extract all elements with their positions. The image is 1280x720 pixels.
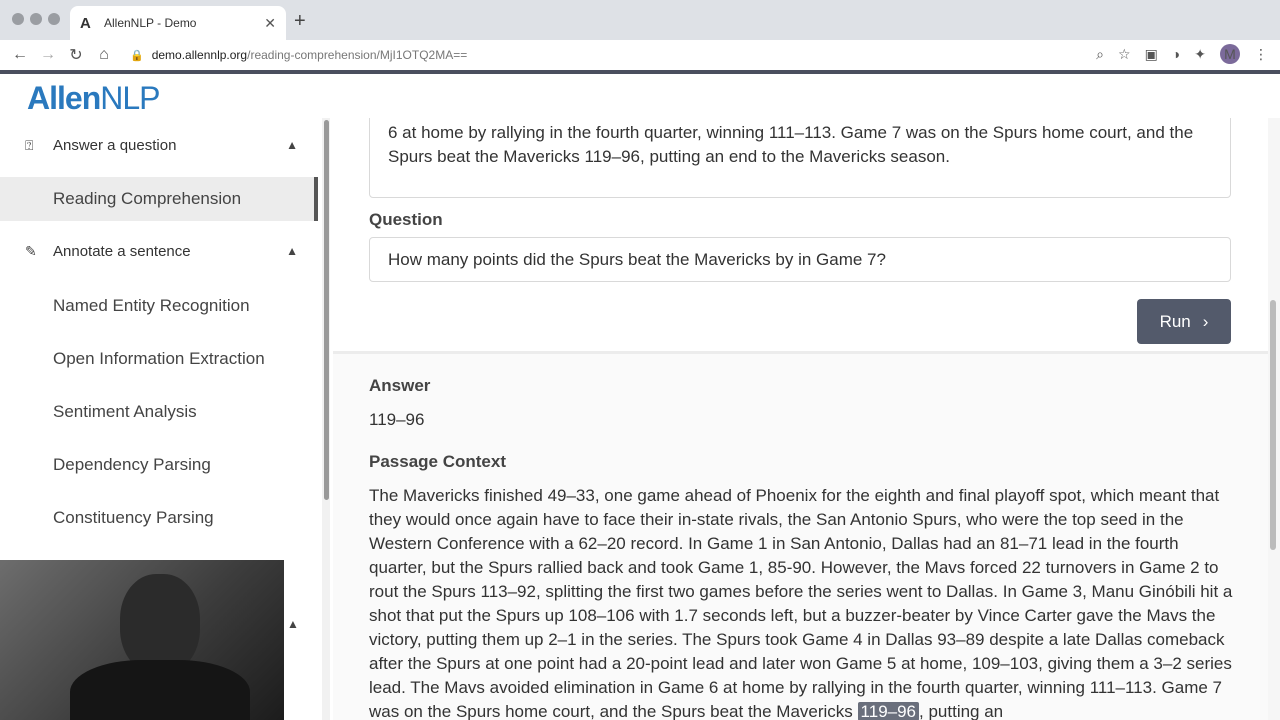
reload-icon[interactable]: ↻: [62, 45, 90, 65]
new-tab-icon[interactable]: +: [294, 10, 306, 33]
allennlp-logo[interactable]: AllenNLP: [27, 80, 160, 117]
answer-value: 119–96: [369, 410, 425, 429]
pencil-icon: ✎: [25, 242, 37, 259]
question-box-icon: ⍰: [25, 136, 34, 153]
chevron-up-icon: ▲: [286, 244, 298, 258]
context-text-after: , putting an: [919, 702, 1004, 720]
page-top-band: [0, 70, 1280, 74]
sidebar-item-sentiment[interactable]: Sentiment Analysis: [0, 390, 318, 434]
sidebar-item-constituency[interactable]: Constituency Parsing: [0, 496, 318, 540]
window-maximize-button[interactable]: [48, 13, 60, 25]
passage-context-text: The Mavericks finished 49–33, one game a…: [369, 484, 1235, 720]
allennlp-favicon-icon: A: [80, 14, 91, 32]
chevron-right-icon: ›: [1202, 311, 1209, 331]
passage-context-label: Passage Context: [369, 452, 506, 471]
browser-nav-bar: ← → ↻ ⌂ 🔒 demo.allennlp.org/reading-comp…: [0, 40, 1280, 70]
webcam-overlay: [0, 560, 284, 720]
bookmark-star-icon[interactable]: ☆: [1118, 46, 1131, 63]
forward-icon[interactable]: →: [34, 46, 62, 64]
question-input[interactable]: How many points did the Spurs beat the M…: [369, 237, 1231, 282]
url-path: /reading-comprehension/MjI1OTQ2MA==: [247, 48, 468, 62]
sidebar-group-label: Annotate a sentence: [53, 242, 191, 260]
zoom-icon[interactable]: ⌕: [1096, 46, 1104, 63]
address-bar[interactable]: 🔒 demo.allennlp.org/reading-comprehensio…: [130, 48, 467, 62]
back-icon[interactable]: ←: [6, 46, 34, 64]
menu-dots-icon[interactable]: ⋮: [1254, 46, 1268, 63]
tab-title: AllenNLP - Demo: [104, 16, 197, 30]
tab-close-icon[interactable]: ✕: [264, 15, 276, 32]
results-section: Answer 119–96 Passage Context The Maveri…: [333, 354, 1268, 720]
sidebar-item-reading-comprehension[interactable]: Reading Comprehension: [0, 177, 318, 221]
answer-highlight: 119–96: [857, 702, 920, 720]
puzzle-icon[interactable]: ✦: [1194, 46, 1206, 63]
run-label: Run: [1159, 311, 1191, 331]
passage-textarea[interactable]: 6 at home by rallying in the fourth quar…: [369, 118, 1231, 198]
run-button[interactable]: Run ›: [1137, 299, 1231, 344]
logo-light: NLP: [100, 80, 160, 116]
lock-icon: 🔒: [130, 49, 144, 62]
webcam-person-body: [70, 660, 250, 720]
logo-bold: Allen: [27, 80, 101, 116]
url-host: demo.allennlp.org: [151, 48, 248, 62]
main-panel: 6 at home by rallying in the fourth quar…: [333, 118, 1268, 720]
sidebar-item-ner[interactable]: Named Entity Recognition: [0, 284, 318, 328]
profile-avatar[interactable]: M: [1220, 44, 1240, 64]
window-minimize-button[interactable]: [30, 13, 42, 25]
browser-tab-bar: A AllenNLP - Demo ✕ +: [0, 0, 1280, 40]
sidebar-group-annotate-sentence[interactable]: ✎ Annotate a sentence ▲: [0, 236, 318, 266]
sidebar-item-dependency[interactable]: Dependency Parsing: [0, 443, 318, 487]
context-text-before: The Mavericks finished 49–33, one game a…: [369, 486, 1233, 720]
window-close-button[interactable]: [12, 13, 24, 25]
sidebar-group-answer-question[interactable]: ⍰ Answer a question ▲: [0, 130, 318, 160]
home-icon[interactable]: ⌂: [90, 46, 118, 64]
chevron-up-icon[interactable]: ▲: [287, 617, 299, 631]
sidebar-item-openie[interactable]: Open Information Extraction: [0, 337, 318, 381]
sidebar-scroll-thumb[interactable]: [324, 120, 329, 500]
chevron-up-icon: ▲: [286, 138, 298, 152]
webcam-person-head: [120, 574, 200, 674]
browser-tab[interactable]: A AllenNLP - Demo ✕: [70, 6, 286, 40]
extension-icon[interactable]: ▣: [1145, 46, 1158, 63]
answer-label: Answer: [369, 376, 431, 395]
question-label: Question: [369, 210, 443, 229]
sidebar-group-label: Answer a question: [53, 136, 177, 154]
main-scroll-thumb[interactable]: [1270, 300, 1276, 550]
extension-circle-icon[interactable]: ◑: [1172, 46, 1180, 62]
